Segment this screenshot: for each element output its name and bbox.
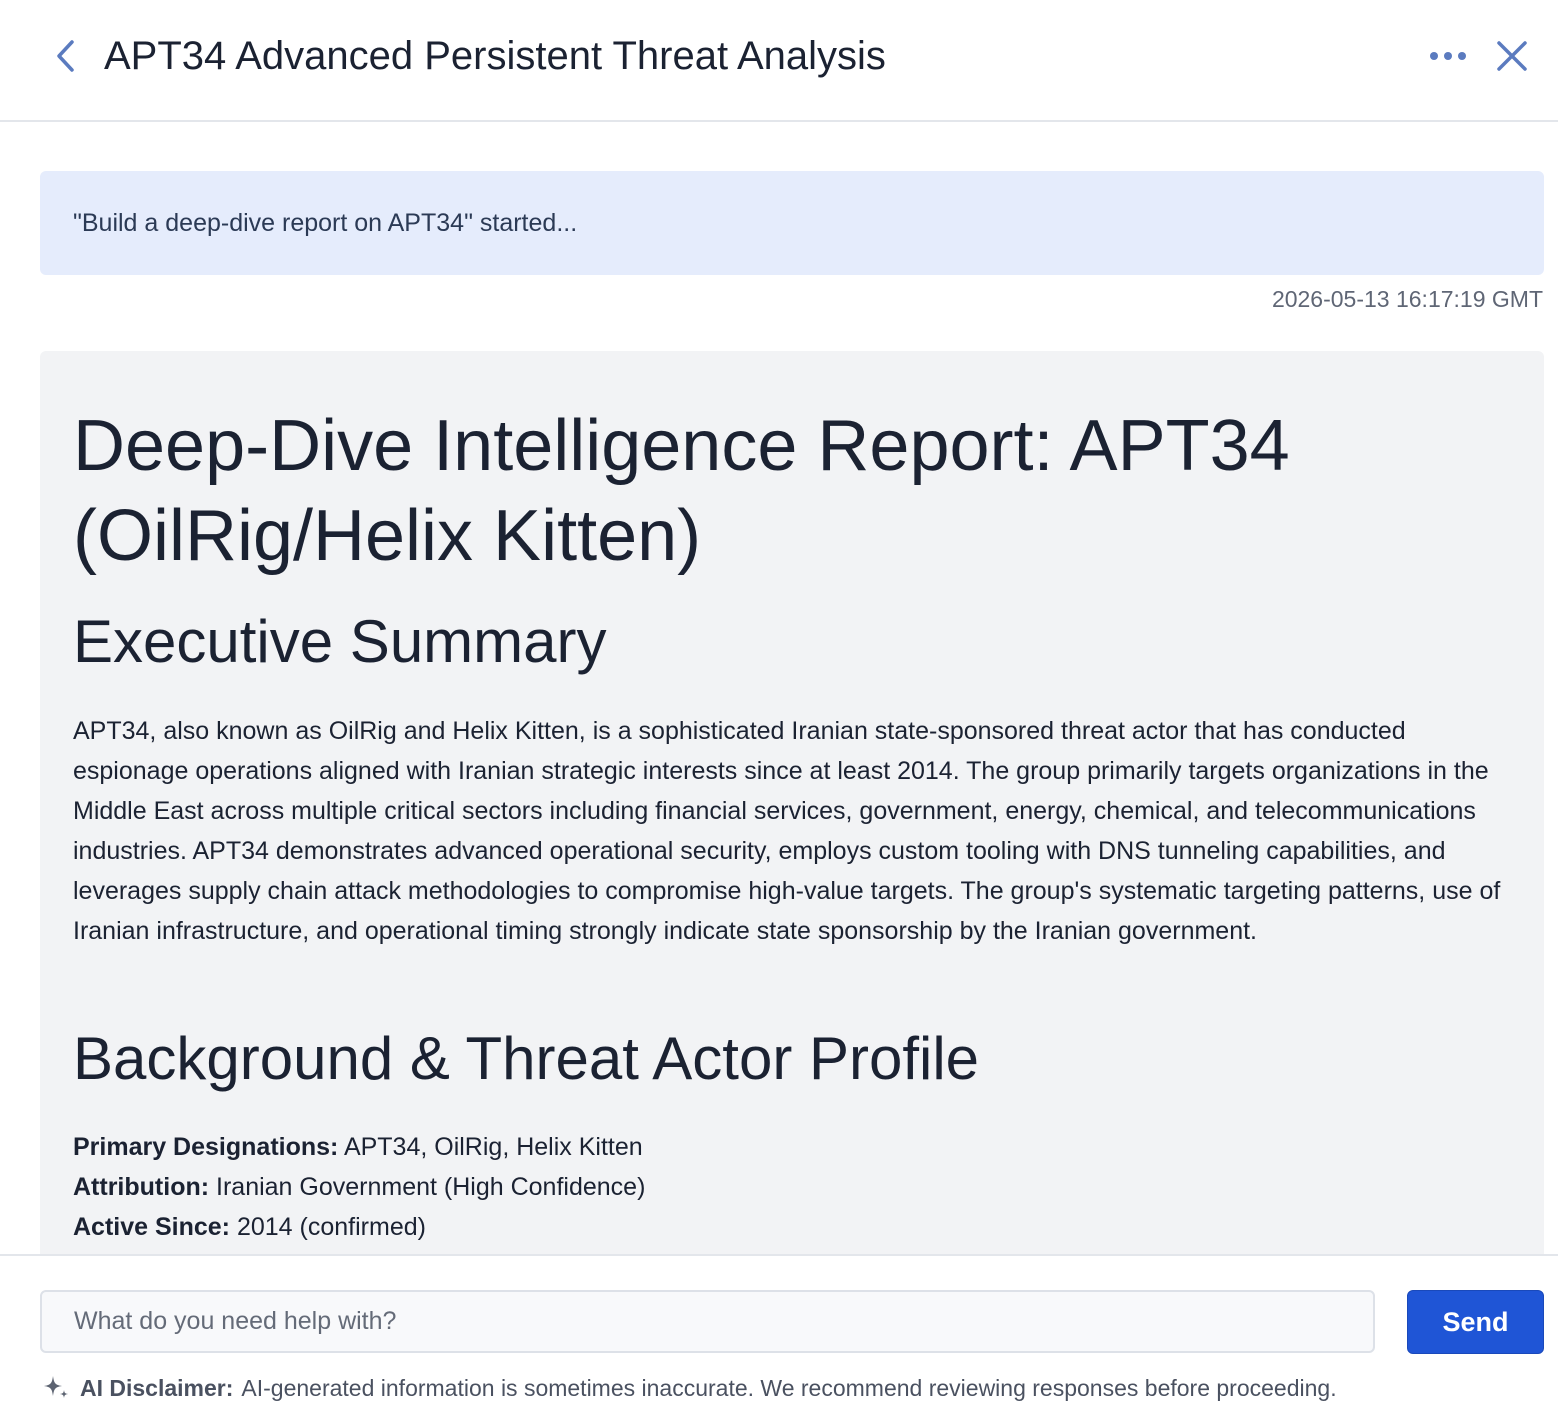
page-title: APT34 Advanced Persistent Threat Analysi… [104,34,886,78]
close-button[interactable] [1490,34,1534,78]
more-options-button[interactable] [1424,36,1472,76]
profile-value: APT34, OilRig, Helix Kitten [343,1133,643,1161]
background-heading: Background & Threat Actor Profile [73,1025,980,1092]
profile-row-active-since: Active Since: 2014 (confirmed) [73,1207,1513,1247]
profile-label: Attribution: [73,1173,210,1201]
disclaimer-text: AI-generated information is sometimes in… [241,1374,1337,1401]
executive-summary-text: APT34, also known as OilRig and Helix Ki… [73,717,1501,945]
profile-row-designations: Primary Designations: APT34, OilRig, Hel… [73,1127,1513,1167]
executive-summary-heading: Executive Summary [73,608,607,675]
more-horizontal-icon [1430,52,1466,60]
app-window: APT34 Advanced Persistent Threat Analysi… [0,0,1558,1414]
profile-label: Primary Designations: [73,1133,339,1161]
message-timestamp: 2026-05-13 16:17:19 GMT [1271,286,1543,312]
send-button[interactable]: Send [1407,1290,1544,1354]
conversation-area[interactable]: "Build a deep-dive report on APT34" star… [0,124,1558,1254]
chat-input[interactable] [40,1290,1375,1353]
report-title: Deep-Dive Intelligence Report: APT34 (Oi… [73,406,1290,576]
profile-value: Iranian Government (High Confidence) [216,1173,646,1201]
header: APT34 Advanced Persistent Threat Analysi… [0,0,1558,122]
close-icon [1497,41,1527,71]
profile-value: 2014 (confirmed) [236,1213,426,1241]
prompt-status-banner: "Build a deep-dive report on APT34" star… [40,171,1544,275]
profile-row-attribution: Attribution: Iranian Government (High Co… [73,1167,1513,1207]
threat-actor-profile: Primary Designations: APT34, OilRig, Hel… [73,1127,1513,1247]
sparkle-icon [42,1374,70,1402]
disclaimer-label: AI Disclaimer: [80,1374,234,1401]
chevron-left-icon [57,40,74,72]
back-button[interactable] [46,36,86,76]
chat-footer: Send AI Disclaimer: AI-generated informa… [0,1254,1558,1414]
profile-label: Active Since: [73,1213,231,1241]
report-response-card: Deep-Dive Intelligence Report: APT34 (Oi… [40,351,1544,1254]
ai-disclaimer: AI Disclaimer: AI-generated information … [42,1372,1337,1404]
prompt-status-text: "Build a deep-dive report on APT34" star… [73,209,578,237]
